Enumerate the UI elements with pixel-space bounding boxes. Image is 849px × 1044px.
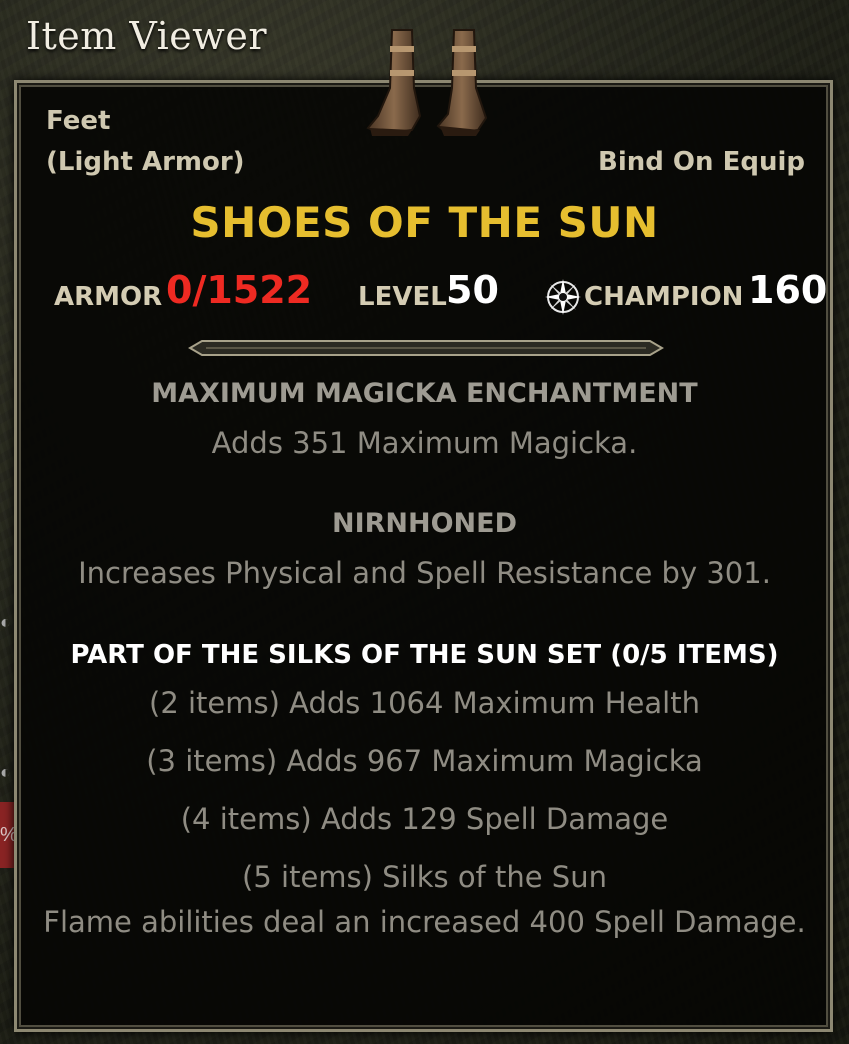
boots-icon [366,29,488,136]
armor-label: ARMOR [54,282,163,312]
set-title: PART OF THE SILKS OF THE SUN SET (0/5 IT… [70,640,779,670]
item-name: SHOES OF THE SUN [190,198,659,247]
enchantment-title: MAXIMUM MAGICKA ENCHANTMENT [151,378,698,409]
background-hud-fragment: ◐ [0,612,11,632]
divider [188,340,664,356]
set-bonus-5-description: Flame abilities deal an increased 400 Sp… [43,905,806,939]
set-bonus-2: (2 items) Adds 1064 Maximum Health [149,686,700,720]
item-slot: Feet [46,106,111,136]
item-armor-type: (Light Armor) [46,147,245,177]
champion-star-icon [545,279,581,315]
champion-label: CHAMPION [584,282,744,312]
armor-value: 0/1522 [166,268,313,312]
set-bonus-5: (5 items) Silks of the Sun [242,860,607,894]
enchantment-description: Adds 351 Maximum Magicka. [211,426,638,460]
item-bind-type: Bind On Equip [598,147,805,177]
set-bonus-4: (4 items) Adds 129 Spell Damage [180,802,669,836]
trait-description: Increases Physical and Spell Resistance … [78,556,771,590]
set-bonus-3: (3 items) Adds 967 Maximum Magicka [146,744,703,778]
trait-title: NIRNHONED [331,508,518,539]
window-title: Item Viewer [26,14,267,58]
level-label: LEVEL [358,282,447,312]
champion-value: 160 [748,268,828,312]
level-value: 50 [446,268,499,312]
